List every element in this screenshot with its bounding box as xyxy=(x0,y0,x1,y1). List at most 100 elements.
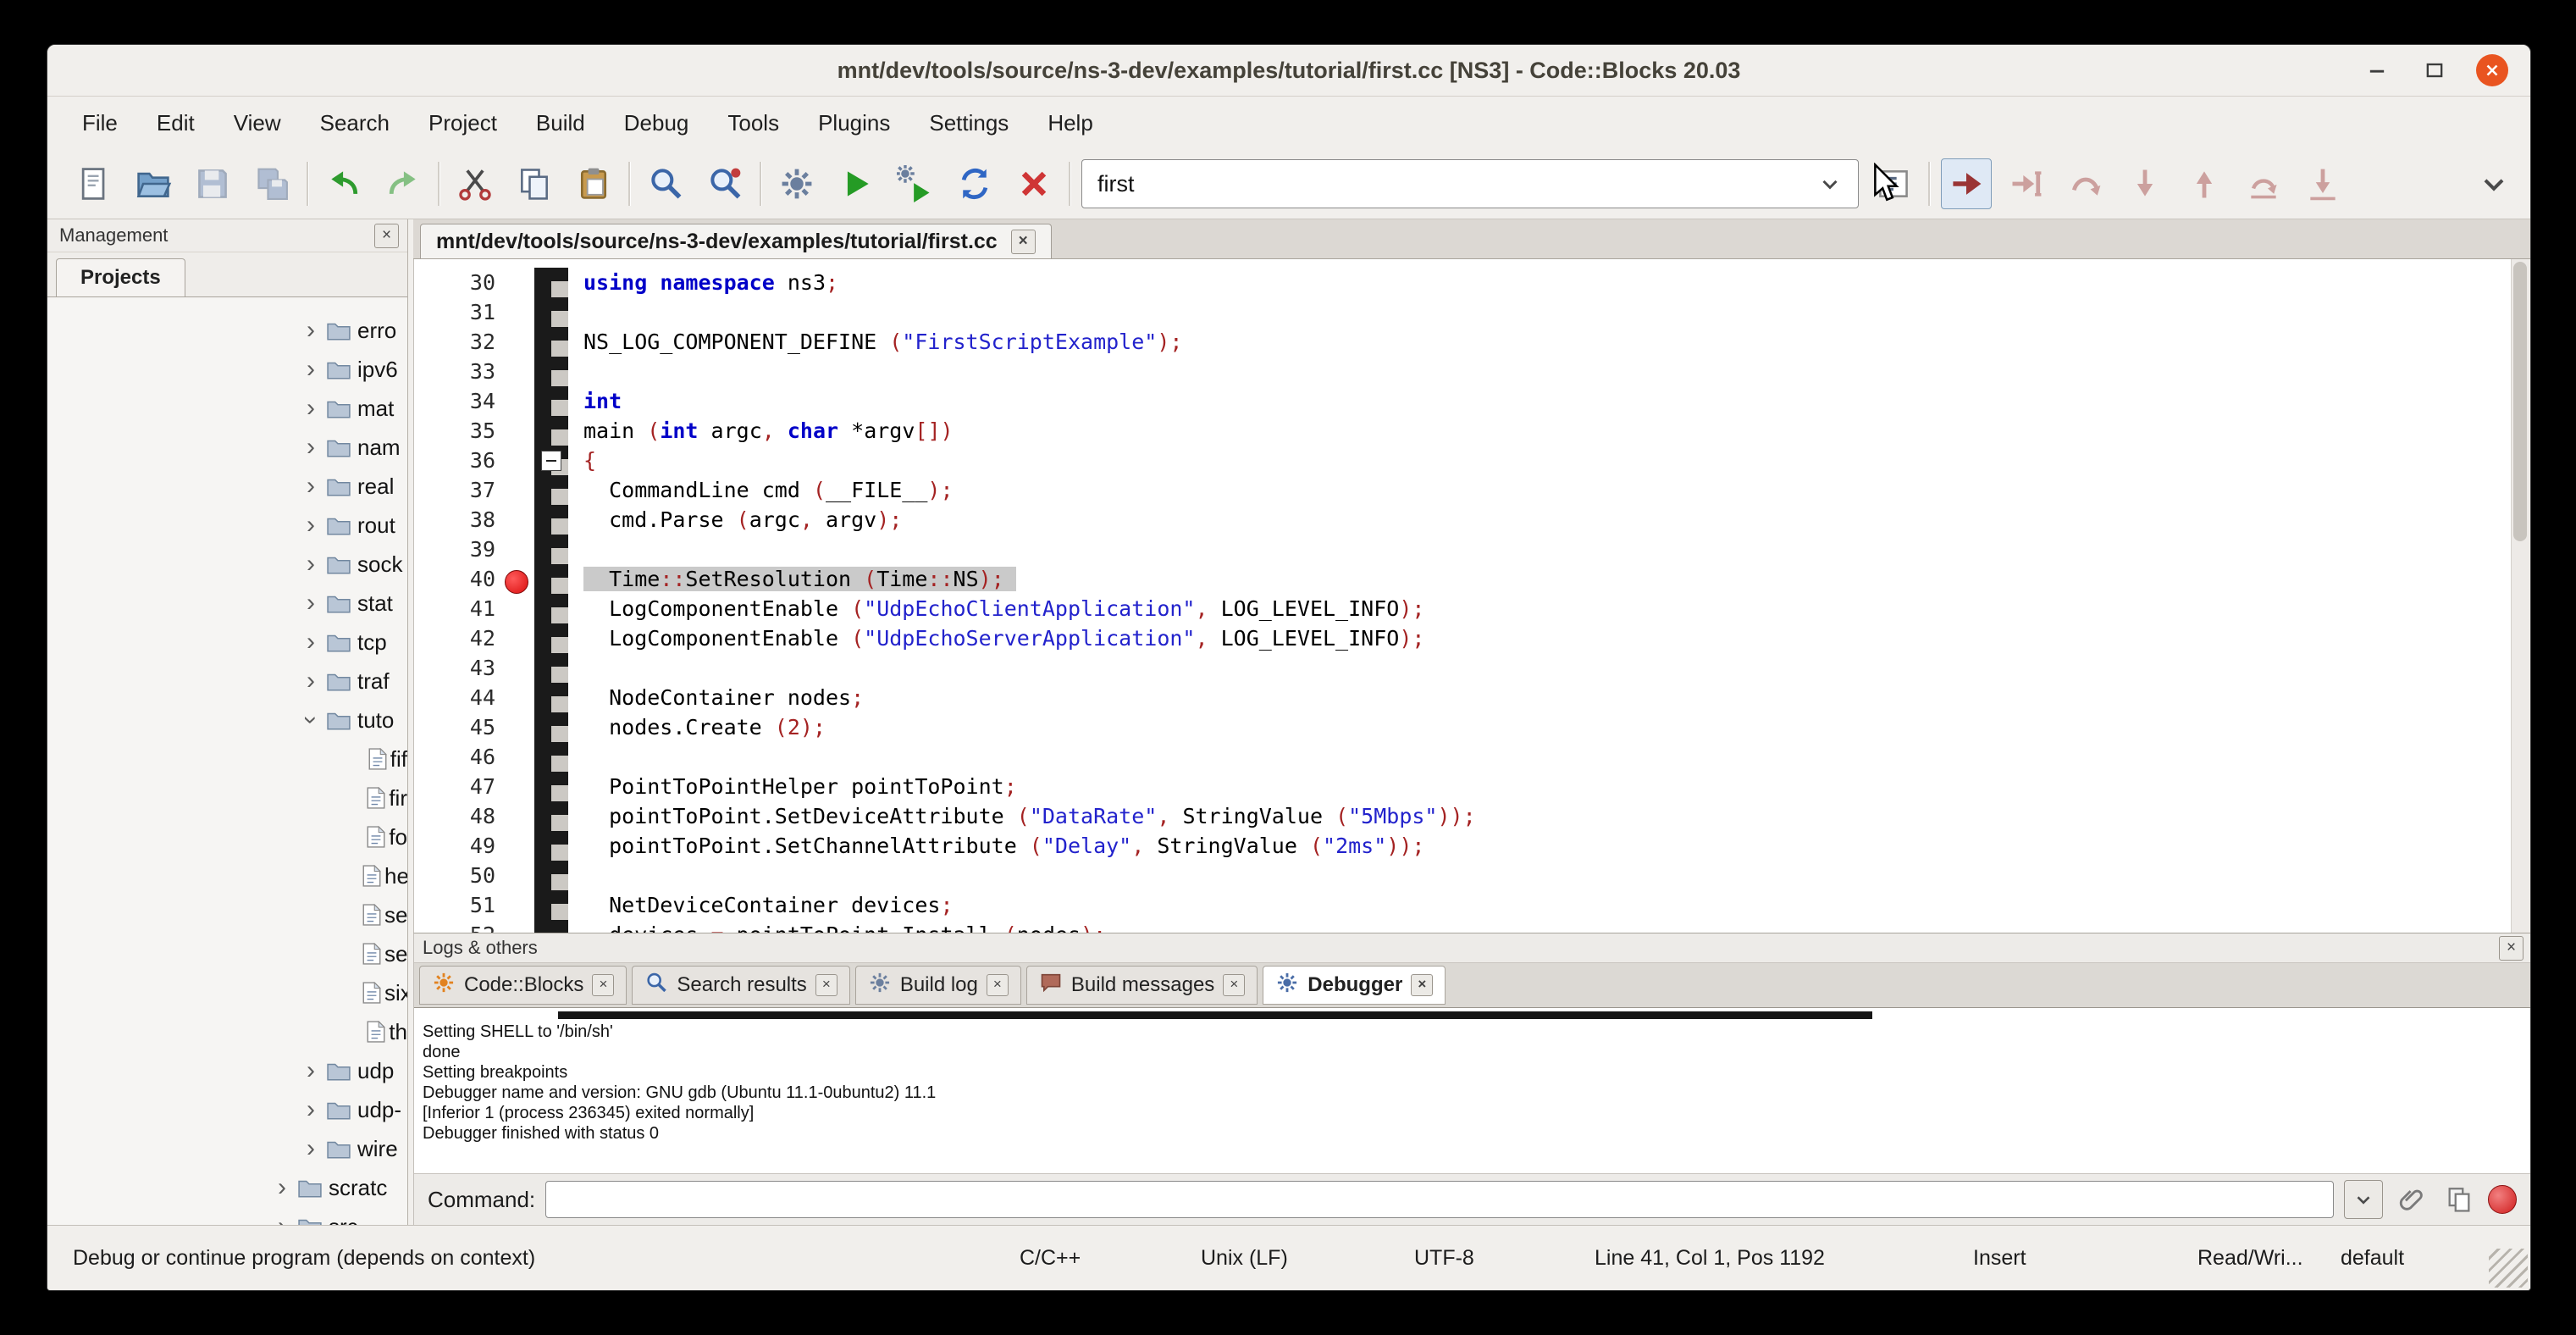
tree-item-six[interactable]: six xyxy=(47,973,407,1012)
line-number[interactable]: 50 xyxy=(414,863,534,888)
build-and-run-button[interactable] xyxy=(891,159,940,208)
line-number[interactable]: 43 xyxy=(414,656,534,680)
close-icon[interactable]: × xyxy=(1223,974,1245,996)
chevron-icon[interactable]: › xyxy=(298,512,323,538)
line-number[interactable]: 38 xyxy=(414,507,534,532)
find-button[interactable] xyxy=(641,159,690,208)
menu-build[interactable]: Build xyxy=(517,97,605,149)
log-tab-build-log[interactable]: Build log× xyxy=(855,966,1021,1005)
chevron-icon[interactable]: › xyxy=(298,1136,323,1161)
run-to-cursor-button[interactable] xyxy=(2002,159,2051,208)
menu-plugins[interactable]: Plugins xyxy=(799,97,909,149)
chevron-icon[interactable]: › xyxy=(298,435,323,460)
menu-file[interactable]: File xyxy=(63,97,137,149)
line-number[interactable]: 52 xyxy=(414,922,534,933)
chevron-icon[interactable]: › xyxy=(269,1214,295,1225)
line-number[interactable]: 36 xyxy=(414,448,534,473)
close-icon[interactable]: × xyxy=(815,974,837,996)
step-into-button[interactable] xyxy=(2120,159,2170,208)
log-tab-build-messages[interactable]: Build messages× xyxy=(1026,966,1258,1005)
toolbar-overflow-button[interactable] xyxy=(2469,159,2518,208)
open-file-button[interactable] xyxy=(129,159,178,208)
line-number[interactable]: 35 xyxy=(414,418,534,443)
tree-item-src[interactable]: ›src xyxy=(47,1207,407,1225)
breakpoint-marker[interactable] xyxy=(505,570,528,594)
code-line[interactable]: 30using namespace ns3; xyxy=(414,268,2530,297)
tree-item-fir[interactable]: fir xyxy=(47,778,407,817)
menu-help[interactable]: Help xyxy=(1028,97,1112,149)
chevron-icon[interactable]: › xyxy=(298,668,323,694)
code-line[interactable]: 46 xyxy=(414,742,2530,772)
line-number[interactable]: 47 xyxy=(414,774,534,799)
menu-edit[interactable]: Edit xyxy=(137,97,214,149)
chevron-icon[interactable]: › xyxy=(298,474,323,499)
code-line[interactable]: 36{ xyxy=(414,446,2530,475)
chevron-icon[interactable]: › xyxy=(298,1058,323,1083)
tree-item-he[interactable]: he xyxy=(47,856,407,895)
line-number[interactable]: 39 xyxy=(414,537,534,562)
chevron-down-icon[interactable] xyxy=(1817,171,1843,197)
tree-item-ipv6[interactable]: ›ipv6 xyxy=(47,350,407,389)
code-line[interactable]: 48 pointToPoint.SetDeviceAttribute ("Dat… xyxy=(414,801,2530,831)
code-line[interactable]: 41 LogComponentEnable ("UdpEchoClientApp… xyxy=(414,594,2530,623)
line-number[interactable]: 30 xyxy=(414,270,534,295)
code-line[interactable]: 47 PointToPointHelper pointToPoint; xyxy=(414,772,2530,801)
line-number[interactable]: 31 xyxy=(414,300,534,324)
line-number[interactable]: 37 xyxy=(414,478,534,502)
stop-icon[interactable] xyxy=(2488,1185,2517,1214)
copy-log-button[interactable] xyxy=(2441,1181,2478,1218)
debug-continue-button[interactable] xyxy=(1941,158,1992,209)
copy-button[interactable] xyxy=(510,159,559,208)
chevron-icon[interactable]: › xyxy=(298,396,323,421)
line-number[interactable]: 49 xyxy=(414,834,534,858)
chevron-icon[interactable]: › xyxy=(269,1175,295,1200)
tree-item-tuto[interactable]: ›tuto xyxy=(47,701,407,740)
code-line[interactable]: 34int xyxy=(414,386,2530,416)
scrollbar-thumb[interactable] xyxy=(2513,262,2527,541)
close-button[interactable] xyxy=(2476,54,2508,86)
rebuild-button[interactable] xyxy=(950,159,999,208)
code-line[interactable]: 45 nodes.Create (2); xyxy=(414,712,2530,742)
chevron-icon[interactable]: › xyxy=(298,707,323,733)
line-number[interactable]: 42 xyxy=(414,626,534,651)
tree-item-se[interactable]: se xyxy=(47,895,407,934)
menu-tools[interactable]: Tools xyxy=(708,97,799,149)
chevron-icon[interactable]: › xyxy=(298,1097,323,1122)
tree-item-erro[interactable]: ›erro xyxy=(47,311,407,350)
chevron-icon[interactable]: › xyxy=(298,551,323,577)
tree-item-th[interactable]: th xyxy=(47,1012,407,1051)
line-number[interactable]: 48 xyxy=(414,804,534,828)
paste-button[interactable] xyxy=(569,159,618,208)
tree-item-udp[interactable]: ›udp xyxy=(47,1051,407,1090)
step-out-button[interactable] xyxy=(2180,159,2229,208)
line-number[interactable]: 41 xyxy=(414,596,534,621)
run-button[interactable] xyxy=(832,159,881,208)
maximize-button[interactable] xyxy=(2418,54,2451,86)
line-number[interactable]: 51 xyxy=(414,893,534,917)
new-file-button[interactable] xyxy=(69,159,119,208)
tree-item-se[interactable]: se xyxy=(47,934,407,973)
find-in-files-button[interactable] xyxy=(700,159,749,208)
line-number[interactable]: 32 xyxy=(414,330,534,354)
code-line[interactable]: 38 cmd.Parse (argc, argv); xyxy=(414,505,2530,535)
tree-item-traf[interactable]: ›traf xyxy=(47,662,407,701)
code-line[interactable]: 32NS_LOG_COMPONENT_DEFINE ("FirstScriptE… xyxy=(414,327,2530,357)
tree-item-mat[interactable]: ›mat xyxy=(47,389,407,428)
tab-projects[interactable]: Projects xyxy=(56,258,185,296)
close-icon[interactable]: × xyxy=(1011,230,1036,254)
code-line[interactable]: 39 xyxy=(414,535,2530,564)
code-line[interactable]: 43 xyxy=(414,653,2530,683)
line-number[interactable]: 45 xyxy=(414,715,534,740)
code-line[interactable]: 33 xyxy=(414,357,2530,386)
tree-item-wire[interactable]: ›wire xyxy=(47,1129,407,1168)
code-editor[interactable]: 30using namespace ns3; 31 32NS_LOG_COMPONE… xyxy=(413,259,2530,933)
command-dropdown[interactable] xyxy=(2344,1180,2383,1219)
fold-marker[interactable] xyxy=(541,451,561,471)
title-bar[interactable]: mnt/dev/tools/source/ns-3-dev/examples/t… xyxy=(47,45,2530,97)
close-icon[interactable]: × xyxy=(1411,974,1433,996)
line-number[interactable]: 46 xyxy=(414,745,534,769)
code-line[interactable]: 40 Time::SetResolution (Time::NS); xyxy=(414,564,2530,594)
menu-debug[interactable]: Debug xyxy=(605,97,709,149)
chevron-icon[interactable]: › xyxy=(298,590,323,616)
log-tab-search-results[interactable]: Search results× xyxy=(632,966,849,1005)
